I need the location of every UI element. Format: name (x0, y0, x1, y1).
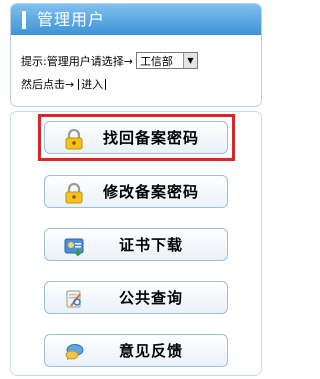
select-hint-label: 提示:管理用户请选择→ (21, 54, 133, 68)
query-icon (66, 290, 81, 308)
change-password-label: 修改备案密码 (102, 183, 199, 201)
public-query-button[interactable]: 公共查询 (44, 281, 228, 314)
recover-password-label: 找回备案密码 (102, 129, 199, 147)
certificate-download-icon (64, 238, 84, 257)
certificate-download-button[interactable]: 证书下载 (44, 228, 228, 261)
recover-password-button[interactable]: 找回备案密码 (44, 121, 228, 154)
feedback-chat-icon (65, 344, 84, 361)
service-menu-panel: 找回备案密码 修改备案密码 证书下载 公共查询 意见反馈 (10, 111, 262, 376)
panel-title: 管理用户 (37, 10, 106, 29)
public-query-label: 公共查询 (118, 289, 183, 307)
lock-icon (65, 128, 83, 150)
department-select[interactable]: 工信部 ▼ (135, 52, 198, 69)
dept-select-row: 提示:管理用户请选择→ 工信部 ▼ (21, 52, 198, 69)
header-accent-bar (22, 11, 26, 29)
admin-user-panel: 管理用户 提示:管理用户请选择→ 工信部 ▼ 然后点击→ 进入 (10, 3, 262, 107)
click-hint-label: 然后点击→ (21, 78, 75, 91)
feedback-button[interactable]: 意见反馈 (44, 334, 228, 367)
department-select-value: 工信部 (139, 54, 173, 68)
dropdown-arrow-icon[interactable]: ▼ (182, 53, 197, 68)
enter-row: 然后点击→ 进入 (21, 76, 107, 92)
certificate-download-label: 证书下载 (118, 236, 183, 254)
change-password-button[interactable]: 修改备案密码 (44, 175, 228, 208)
panel-header: 管理用户 (11, 4, 261, 35)
enter-link[interactable]: 进入 (78, 78, 107, 90)
feedback-label: 意见反馈 (118, 342, 183, 360)
lock-icon (65, 182, 83, 204)
